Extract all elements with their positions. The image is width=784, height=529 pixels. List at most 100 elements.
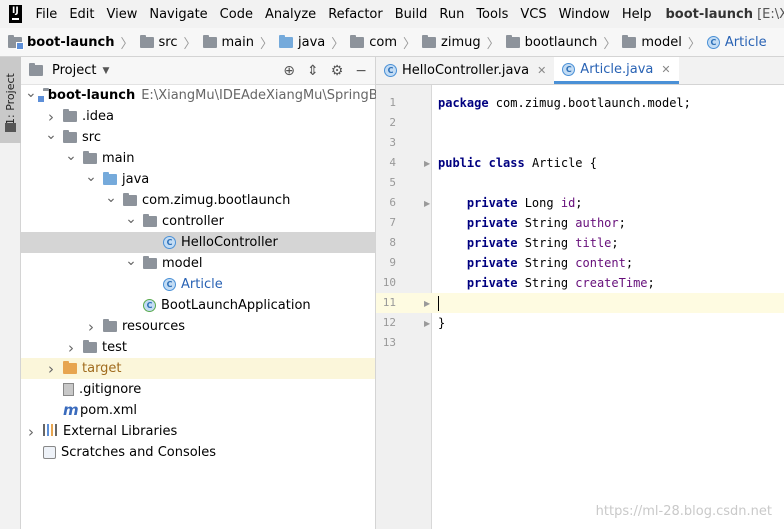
- code-line[interactable]: [432, 333, 784, 353]
- tree-node[interactable]: C Article: [21, 274, 375, 295]
- code-line[interactable]: package com.zimug.bootlaunch.model;: [432, 93, 784, 113]
- code-field: title: [575, 236, 612, 250]
- breadcrumb-item[interactable]: src: [139, 34, 177, 50]
- breadcrumb-item[interactable]: zimug: [422, 34, 481, 50]
- tree-node[interactable]: › External Libraries: [21, 421, 375, 442]
- code-line[interactable]: [432, 293, 784, 313]
- tree-node[interactable]: ⌄ model: [21, 253, 375, 274]
- tree-node[interactable]: › resources: [21, 316, 375, 337]
- project-view-selector[interactable]: Project: [52, 63, 96, 78]
- tree-node[interactable]: › test: [21, 337, 375, 358]
- chevron-right-icon[interactable]: ›: [45, 360, 57, 378]
- breadcrumb-item[interactable]: C Article: [706, 35, 767, 50]
- menu-navigate[interactable]: Navigate: [143, 7, 213, 22]
- tree-node-label: target: [82, 361, 122, 376]
- code-line[interactable]: private String content;: [432, 253, 784, 273]
- tree-node[interactable]: C HelloController: [21, 232, 375, 253]
- tool-window-strip: 1: Project: [0, 57, 21, 529]
- menu-tools[interactable]: Tools: [470, 7, 514, 22]
- tree-node[interactable]: m pom.xml: [21, 400, 375, 421]
- breadcrumb-item[interactable]: java: [279, 34, 326, 50]
- breadcrumb-item[interactable]: boot-launch: [8, 34, 114, 50]
- tree-node[interactable]: .gitignore: [21, 379, 375, 400]
- breadcrumb-item[interactable]: bootlaunch: [505, 34, 597, 50]
- breadcrumb-item[interactable]: model: [622, 34, 682, 50]
- class-icon: C: [163, 278, 176, 291]
- code-line[interactable]: [432, 173, 784, 193]
- menu-view[interactable]: View: [101, 7, 144, 22]
- fold-marker-icon[interactable]: ▶: [424, 159, 430, 168]
- tree-node[interactable]: ⌄ controller: [21, 211, 375, 232]
- chevron-right-icon[interactable]: ›: [85, 318, 97, 336]
- chevron-down-icon[interactable]: ⌄: [105, 191, 117, 205]
- chevron-down-icon[interactable]: ⌄: [25, 86, 37, 100]
- minimize-icon[interactable]: −: [355, 63, 367, 79]
- chevron-down-icon[interactable]: ⌄: [125, 212, 137, 226]
- code-area[interactable]: package com.zimug.bootlaunch.model; publi…: [432, 85, 784, 529]
- menu-code[interactable]: Code: [214, 7, 259, 22]
- tree-node[interactable]: ⌄ com.zimug.bootlaunch: [21, 190, 375, 211]
- chevron-right-icon: 〉: [403, 36, 417, 52]
- folder-icon: [83, 151, 97, 164]
- code-line[interactable]: [432, 113, 784, 133]
- menu-run[interactable]: Run: [433, 7, 470, 22]
- code-line[interactable]: private String createTime;: [432, 273, 784, 293]
- line-number: 8: [389, 236, 396, 249]
- code-line[interactable]: private Long id;: [432, 193, 784, 213]
- chevron-right-icon[interactable]: ›: [45, 108, 57, 126]
- project-tool-tab[interactable]: 1: Project: [0, 57, 21, 143]
- tree-node[interactable]: ⌄ java: [21, 169, 375, 190]
- editor-tab[interactable]: C HelloController.java ✕: [376, 57, 554, 84]
- tree-node[interactable]: ⌄ boot-launch E:\XiangMu\IDEAdeXiangMu\Spr…: [21, 85, 399, 106]
- libraries-icon: [43, 423, 57, 440]
- chevron-down-icon[interactable]: ⌄: [65, 149, 77, 163]
- chevron-down-icon[interactable]: ⌄: [125, 254, 137, 268]
- code-line[interactable]: }: [432, 313, 784, 333]
- fold-marker-icon[interactable]: ▶: [424, 199, 430, 208]
- chevron-right-icon[interactable]: ›: [65, 339, 77, 357]
- fold-marker-icon[interactable]: ▶: [424, 299, 430, 308]
- menu-refactor[interactable]: Refactor: [322, 7, 389, 22]
- folder-icon: [422, 34, 437, 48]
- code-keyword: private: [466, 196, 518, 210]
- editor-gutter: 1 2 3 4 ▶ 5 6 ▶ 7 8 9 10 11 ▶ 12 ▶ 13: [376, 85, 432, 529]
- tree-node[interactable]: ⌄ src: [21, 127, 375, 148]
- fold-marker-icon[interactable]: ▶: [424, 319, 430, 328]
- chevron-down-icon[interactable]: ⌄: [45, 128, 57, 142]
- menu-window[interactable]: Window: [553, 7, 616, 22]
- close-icon[interactable]: ✕: [661, 63, 670, 76]
- code-line[interactable]: public class Article {: [432, 153, 784, 173]
- breadcrumb: boot-launch 〉 src 〉 main 〉 java 〉 com 〉 zimug 〉 boot…: [0, 28, 784, 57]
- code-text: Article {: [524, 156, 597, 170]
- collapse-expand-icon[interactable]: ⇕: [307, 63, 319, 79]
- breadcrumb-label: java: [298, 34, 326, 50]
- tree-node[interactable]: › .idea: [21, 106, 375, 127]
- gear-icon[interactable]: ⚙: [331, 63, 344, 79]
- tree-node[interactable]: › target: [21, 358, 375, 379]
- tree-node[interactable]: Scratches and Consoles: [21, 442, 375, 463]
- breadcrumb-item[interactable]: com: [350, 34, 397, 50]
- tree-node[interactable]: C BootLaunchApplication: [21, 295, 375, 316]
- menu-build[interactable]: Build: [389, 7, 434, 22]
- menu-edit[interactable]: Edit: [63, 7, 100, 22]
- locate-target-icon[interactable]: ⊕: [283, 63, 295, 79]
- menu-vcs[interactable]: VCS: [514, 7, 552, 22]
- breadcrumb-item[interactable]: main: [202, 34, 254, 50]
- close-icon[interactable]: ✕: [537, 64, 546, 77]
- chevron-down-icon[interactable]: ⌄: [85, 170, 97, 184]
- menu-analyze[interactable]: Analyze: [259, 7, 322, 22]
- code-line[interactable]: private String author;: [432, 213, 784, 233]
- menu-file[interactable]: File: [30, 7, 64, 22]
- editor-tab[interactable]: C Article.java ✕: [554, 57, 679, 84]
- tree-node-label: main: [102, 151, 135, 166]
- chevron-right-icon[interactable]: ›: [25, 423, 37, 441]
- chevron-down-icon[interactable]: ▼: [102, 66, 109, 76]
- breadcrumb-label: main: [221, 34, 254, 50]
- code-line[interactable]: private String title;: [432, 233, 784, 253]
- folder-icon: [5, 123, 16, 132]
- tree-node[interactable]: ⌄ main: [21, 148, 375, 169]
- code-text: String: [517, 256, 576, 270]
- menu-help[interactable]: Help: [616, 7, 658, 22]
- code-line[interactable]: [432, 133, 784, 153]
- window-title-path: [E:\XiangMu: [757, 6, 784, 22]
